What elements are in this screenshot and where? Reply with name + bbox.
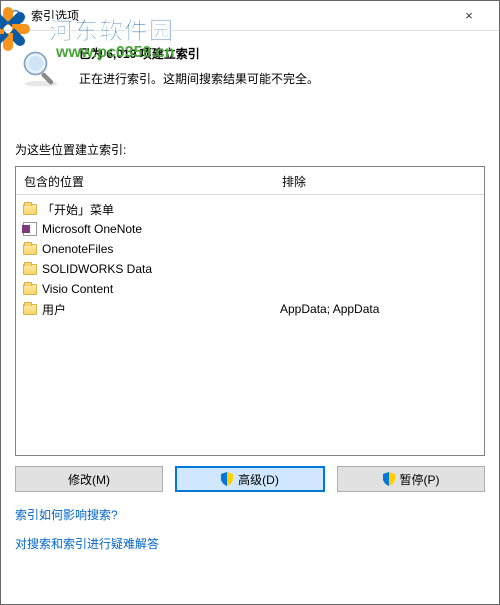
list-item-label: Microsoft OneNote [42,222,142,236]
exclude-cell [280,279,478,299]
status-progress: 已为 6,019 项建立索引 [79,45,319,62]
onenote-icon [22,221,38,237]
modify-button[interactable]: 修改(M) [15,466,163,492]
list-item-label: OnenoteFiles [42,242,113,256]
exclude-cell [280,259,478,279]
list-item[interactable]: 「开始」菜单 [22,199,268,219]
folder-icon [22,241,38,257]
search-icon [9,8,25,24]
list-item-label: SOLIDWORKS Data [42,262,152,276]
help-link-2[interactable]: 对搜索和索引进行疑难解答 [15,535,485,552]
list-item-label: 「开始」菜单 [42,201,114,218]
close-icon: × [465,8,473,23]
list-item[interactable]: OnenoteFiles [22,239,268,259]
list-item-label: Visio Content [42,282,113,296]
pause-button[interactable]: 暂停(P) [337,466,485,492]
folder-icon [22,261,38,277]
column-header-excluded: 排除 [274,167,484,195]
window-title: 索引选项 [31,7,447,24]
close-button[interactable]: × [447,2,491,30]
section-label: 为这些位置建立索引: [15,141,485,158]
modify-button-label: 修改(M) [68,471,110,488]
advanced-button[interactable]: 高级(D) [175,466,325,492]
folder-icon [22,301,38,317]
shield-icon [383,472,395,486]
pause-button-label: 暂停(P) [400,471,440,488]
title-bar: 索引选项 × [1,1,499,31]
exclude-cell [280,219,478,239]
exclude-cell [280,239,478,259]
folder-icon [22,201,38,217]
magnifier-icon [17,45,65,93]
list-item[interactable]: SOLIDWORKS Data [22,259,268,279]
status-message: 正在进行索引。这期间搜索结果可能不完全。 [79,70,319,87]
advanced-button-label: 高级(D) [238,471,279,488]
folder-icon [22,281,38,297]
list-item[interactable]: Visio Content [22,279,268,299]
column-header-included: 包含的位置 [16,167,274,195]
exclude-cell: AppData; AppData [280,299,478,319]
list-item[interactable]: 用户 [22,299,268,319]
indexed-locations-box: 包含的位置 「开始」菜单 Microsoft OneNote OnenoteFile… [15,166,485,456]
help-link-1[interactable]: 索引如何影响搜索? [15,506,118,523]
list-item[interactable]: Microsoft OneNote [22,219,268,239]
list-item-label: 用户 [42,301,66,318]
shield-icon [221,472,233,486]
exclude-cell [280,199,478,219]
